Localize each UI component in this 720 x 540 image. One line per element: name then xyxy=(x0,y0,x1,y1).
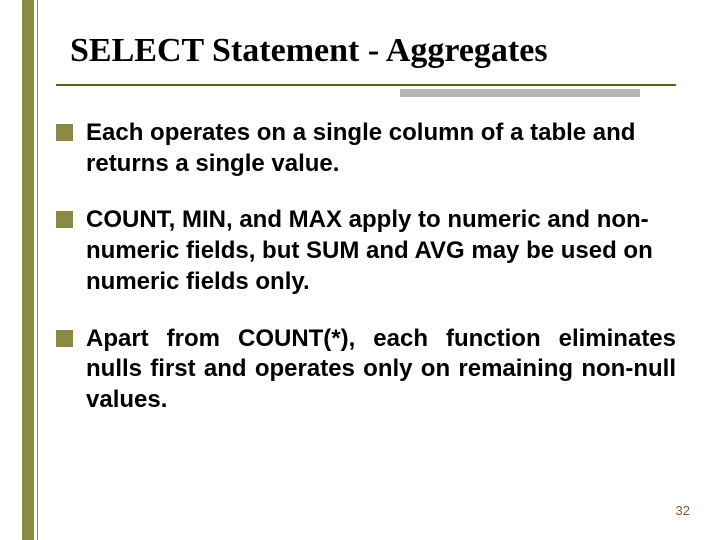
title-underline-shadow xyxy=(400,89,640,97)
slide-title: SELECT Statement - Aggregates xyxy=(70,32,680,70)
bullet-text: Apart from COUNT(*), each function elimi… xyxy=(86,325,676,413)
bullet-text: Each operates on a single column of a ta… xyxy=(86,119,635,177)
page-number: 32 xyxy=(676,503,690,518)
slide-body: Each operates on a single column of a ta… xyxy=(56,118,676,442)
bullet-square-icon xyxy=(56,211,73,228)
bullet-square-icon xyxy=(56,330,73,347)
bullet-item: COUNT, MIN, and MAX apply to numeric and… xyxy=(56,205,676,297)
left-accent-thin-line xyxy=(37,0,38,540)
bullet-item: Apart from COUNT(*), each function elimi… xyxy=(56,324,676,416)
title-underline xyxy=(56,84,676,86)
bullet-text: COUNT, MIN, and MAX apply to numeric and… xyxy=(86,206,653,294)
bullet-item: Each operates on a single column of a ta… xyxy=(56,118,676,179)
bullet-square-icon xyxy=(56,124,73,141)
left-accent-bar xyxy=(22,0,34,540)
slide: SELECT Statement - Aggregates Each opera… xyxy=(0,0,720,540)
